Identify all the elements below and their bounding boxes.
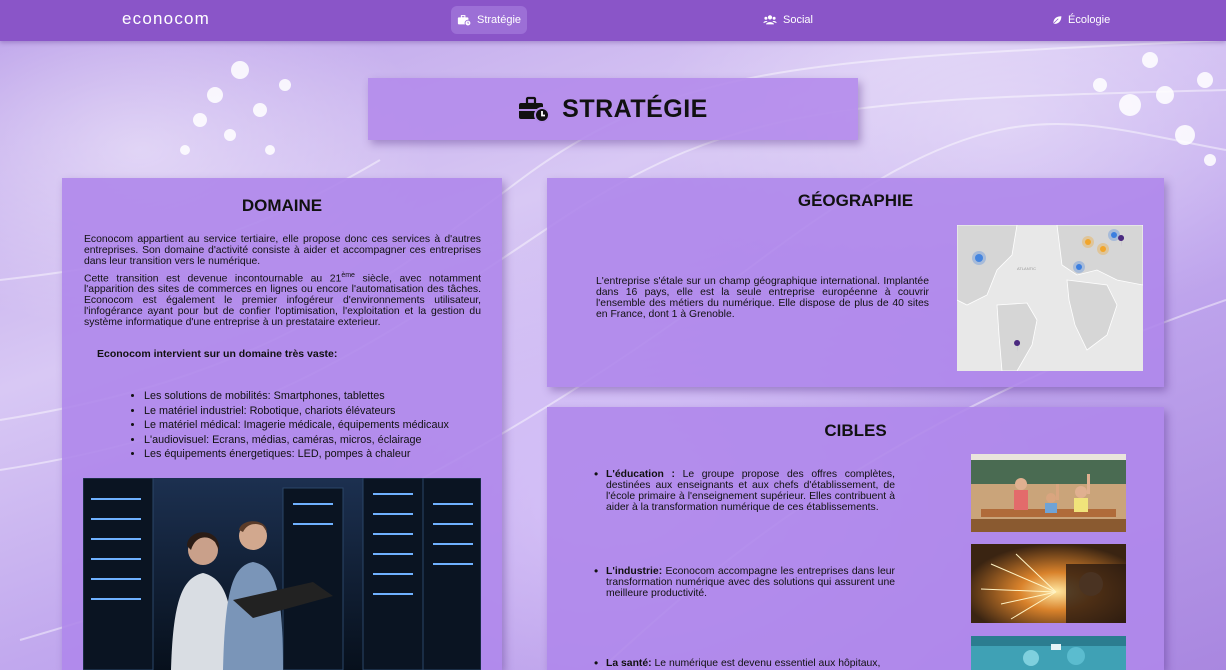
brand-logo[interactable]: econocom	[122, 9, 210, 29]
paragraph-text: Cette transition est devenue incontourna…	[84, 273, 342, 285]
cibles-card: CIBLES L'éducation : Le groupe propose d…	[547, 407, 1164, 670]
domaine-list: Les solutions de mobilités: Smartphones,…	[144, 389, 449, 462]
users-icon	[763, 15, 777, 25]
nav-item-label: Stratégie	[477, 14, 522, 26]
top-navbar: econocom Stratégie Social Écologie	[0, 0, 1226, 41]
briefcase-clock-icon	[457, 15, 471, 27]
domaine-lead: Econocom intervient sur un domaine très …	[97, 348, 338, 360]
list-item: L'audiovisuel: Ecrans, médias, caméras, …	[144, 433, 449, 448]
page-title: STRATÉGIE	[562, 94, 708, 123]
geographie-card: GÉOGRAPHIE L'entreprise s'étale sur un c…	[547, 178, 1164, 387]
datacenter-photo	[83, 478, 481, 670]
domaine-paragraph-2: Cette transition est devenue incontourna…	[84, 270, 481, 328]
target-text: Le numérique est devenu essentiel aux hô…	[651, 658, 881, 669]
list-item: Les solutions de mobilités: Smartphones,…	[144, 389, 449, 404]
nav-item-label: Écologie	[1068, 14, 1111, 26]
nav-item-label: Social	[783, 14, 813, 26]
page-title-box: STRATÉGIE	[368, 78, 858, 140]
geographie-heading: GÉOGRAPHIE	[797, 191, 914, 210]
surgery-photo	[971, 636, 1126, 670]
list-item: Le matériel industriel: Robotique, chari…	[144, 404, 449, 419]
svg-text:ATLANTIC: ATLANTIC	[1017, 266, 1036, 271]
cibles-heading: CIBLES	[824, 421, 887, 440]
domaine-heading: DOMAINE	[241, 196, 323, 215]
target-industrie: L'industrie: Econocom accompagne les ent…	[594, 566, 895, 599]
target-education: L'éducation : Le groupe propose des offr…	[594, 469, 895, 513]
briefcase-clock-icon	[519, 96, 551, 123]
domaine-paragraph-1: Econocom appartient au service tertiaire…	[84, 234, 481, 267]
target-sante: La santé: Le numérique est devenu essent…	[594, 658, 895, 669]
world-map-image[interactable]: ATLANTIC	[957, 225, 1143, 371]
target-title: L'éducation :	[606, 469, 675, 480]
superscript: ème	[341, 272, 355, 279]
nav-item-strategie[interactable]: Stratégie	[451, 6, 528, 34]
industry-sparks-photo	[971, 544, 1126, 623]
list-item: Le matériel médical: Imagerie médicale, …	[144, 418, 449, 433]
target-title: L'industrie:	[606, 566, 663, 577]
domaine-card: DOMAINE Econocom appartient au service t…	[62, 178, 502, 670]
classroom-photo	[971, 454, 1126, 532]
target-title: La santé:	[606, 658, 652, 669]
leaf-icon	[1052, 16, 1062, 25]
geographie-paragraph: L'entreprise s'étale sur un champ géogra…	[596, 276, 929, 320]
nav-item-social[interactable]: Social	[757, 6, 819, 34]
list-item: Les équipements énergetiques: LED, pompe…	[144, 447, 449, 462]
nav-item-ecologie[interactable]: Écologie	[1046, 6, 1116, 34]
